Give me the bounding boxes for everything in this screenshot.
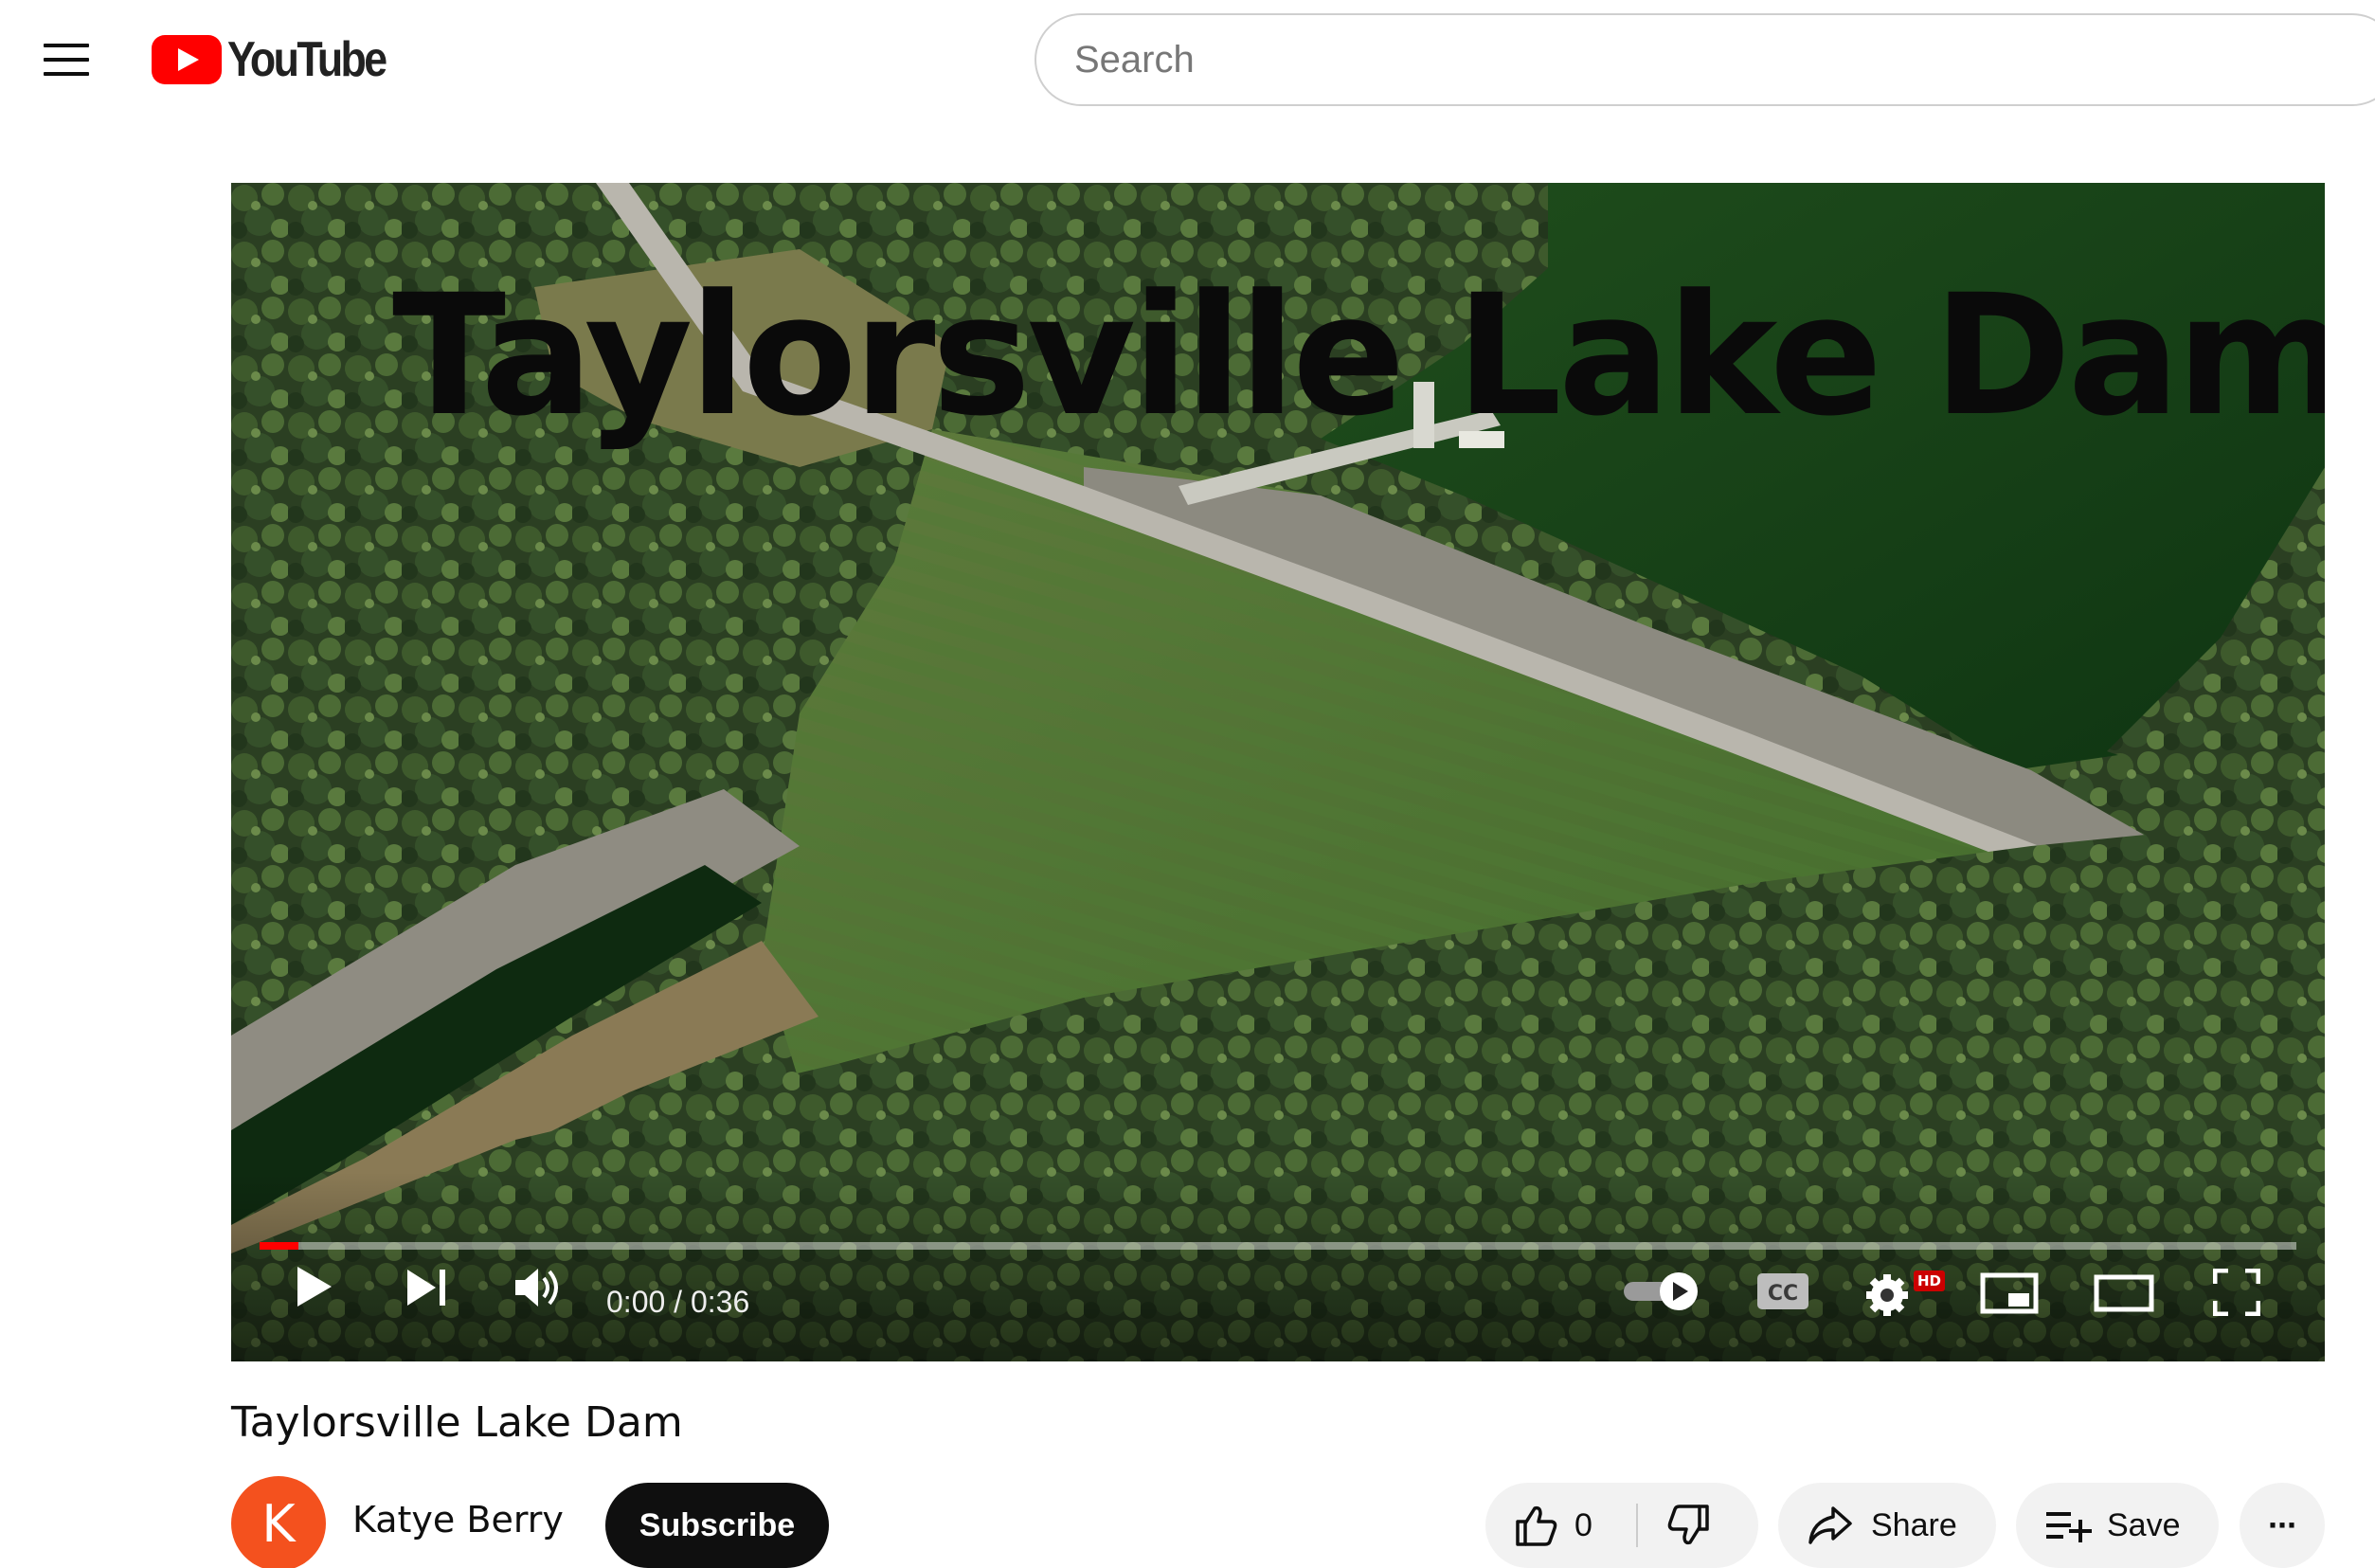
volume-icon[interactable] [513, 1267, 563, 1313]
share-arrow-icon [1808, 1506, 1852, 1544]
progress-fill [260, 1242, 298, 1250]
search-box[interactable] [1035, 13, 2375, 106]
thumbs-up-icon [1516, 1505, 1557, 1546]
autoplay-toggle-icon[interactable] [1622, 1271, 1701, 1317]
duration: 0:36 [690, 1285, 750, 1319]
video-overlay-title: Taylorsville Lake Dam [392, 259, 2325, 453]
fullscreen-icon[interactable] [2212, 1268, 2261, 1321]
cc-text: CC [1768, 1282, 1798, 1306]
miniplayer-icon[interactable] [1980, 1272, 2039, 1319]
captions-icon[interactable]: CC [1756, 1272, 1809, 1315]
more-actions-button[interactable]: ··· [2240, 1483, 2325, 1568]
like-button[interactable]: 0 [1485, 1483, 1637, 1568]
next-icon[interactable] [405, 1268, 449, 1312]
channel-name[interactable]: Katye Berry [352, 1499, 564, 1541]
share-label: Share [1871, 1506, 1957, 1543]
settings-gear-icon[interactable] [1864, 1267, 1916, 1323]
current-time: 0:00 [606, 1285, 666, 1319]
theater-mode-icon[interactable] [2094, 1274, 2154, 1317]
youtube-logo[interactable]: YouTube [152, 32, 411, 87]
time-separator: / [665, 1285, 691, 1319]
channel-avatar[interactable]: K [231, 1476, 326, 1568]
video-title: Taylorsville Lake Dam [231, 1398, 683, 1447]
thumbs-down-icon [1667, 1505, 1709, 1545]
play-icon[interactable] [294, 1265, 333, 1313]
save-button[interactable]: Save [2016, 1483, 2219, 1568]
hd-badge: HD [1914, 1271, 1946, 1291]
logo-text: YouTube [227, 32, 387, 87]
avatar-letter: K [261, 1493, 296, 1554]
playlist-add-icon [2046, 1512, 2092, 1542]
like-divider [1636, 1504, 1638, 1547]
more-dots-icon: ··· [2268, 1505, 2298, 1544]
share-button[interactable]: Share [1778, 1483, 1996, 1568]
subscribe-button[interactable]: Subscribe [605, 1483, 829, 1568]
like-count: 0 [1574, 1506, 1592, 1543]
search-input[interactable] [1074, 15, 2211, 104]
time-display: 0:00 / 0:36 [606, 1285, 749, 1320]
dislike-button[interactable] [1639, 1483, 1758, 1568]
menu-icon[interactable] [44, 42, 89, 78]
save-label: Save [2107, 1506, 2181, 1543]
progress-bar[interactable] [260, 1242, 2296, 1250]
masthead: YouTube [0, 0, 2375, 121]
video-player[interactable]: Taylorsville Lake Dam 0:00 / 0:36 CC HD [231, 183, 2325, 1361]
youtube-play-logo-icon [152, 35, 222, 84]
like-dislike-segment: 0 [1485, 1483, 1758, 1568]
